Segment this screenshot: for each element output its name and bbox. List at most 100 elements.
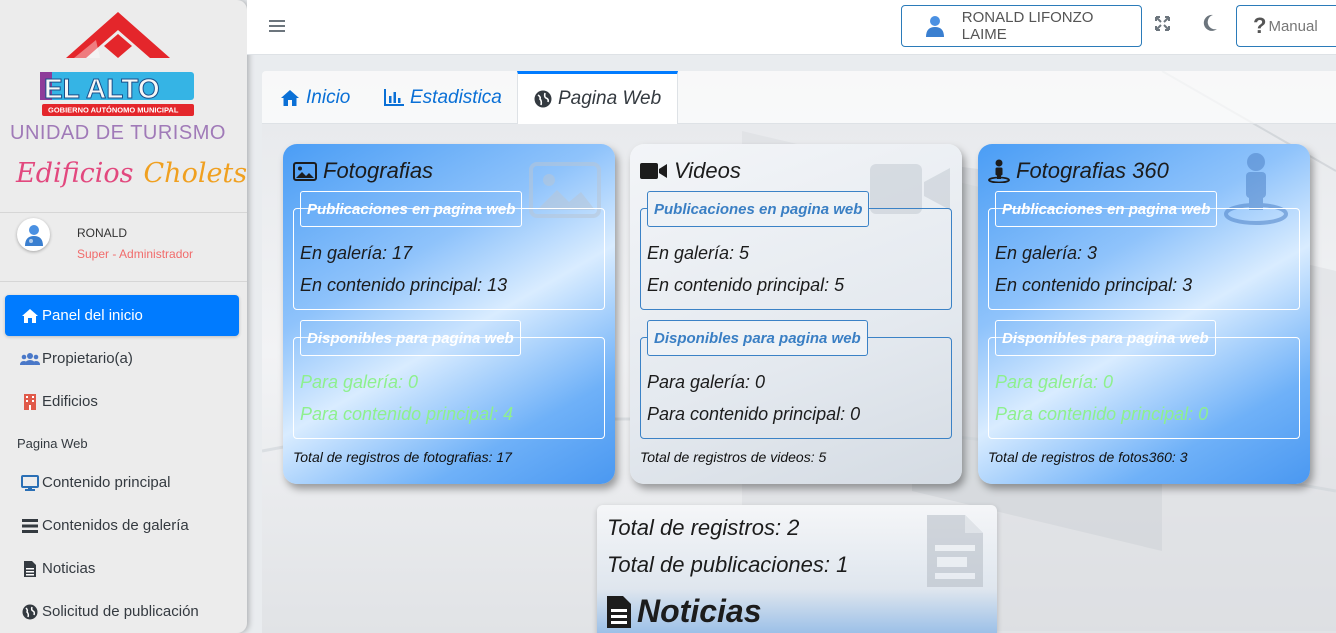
video-icon bbox=[640, 162, 668, 180]
tab-label: Estadistica bbox=[410, 86, 502, 108]
card-videos: Videos Publicaciones en pagina web En ga… bbox=[630, 144, 962, 484]
manual-label: Manual bbox=[1268, 17, 1318, 35]
tab-label: Pagina Web bbox=[558, 88, 662, 109]
sidebar-item-propietario[interactable]: Propietario(a) bbox=[5, 338, 239, 379]
brand-script: Edificios Cholets bbox=[16, 158, 247, 189]
sidebar-item-label: Contenido principal bbox=[42, 474, 171, 491]
question-icon: ? bbox=[1253, 13, 1267, 38]
sidebar-item-contenidos-galeria[interactable]: Contenidos de galería bbox=[5, 505, 239, 546]
sidebar-item-solicitud-publicacion[interactable]: Solicitud de publicación bbox=[5, 591, 239, 632]
el-alto-logo[interactable]: GOBIERNO AUTÓNOMO MUNICIPAL EL ALTO bbox=[38, 8, 198, 120]
available-legend: Disponibles para pagina web bbox=[647, 320, 868, 356]
brand-word-edificios: Edificios bbox=[16, 158, 134, 189]
card-fotografias-360: Fotografias 360 Publicaciones en pagina … bbox=[978, 144, 1310, 484]
tab-estadistica[interactable]: Estadistica bbox=[384, 71, 502, 124]
sidebar-item-label: Noticias bbox=[42, 560, 96, 577]
user-icon bbox=[24, 224, 43, 246]
street-view-icon bbox=[988, 159, 1010, 183]
user-menu-button[interactable]: RONALD LIFONZO LAIME bbox=[901, 5, 1142, 47]
home-icon bbox=[20, 308, 40, 324]
user-panel[interactable]: RONALD Super - Administrador bbox=[0, 214, 247, 282]
card-fotografias: Fotografias Publicaciones en pagina web … bbox=[283, 144, 615, 484]
card-title-text: Fotografias 360 bbox=[1016, 158, 1169, 183]
tab-bar: Inicio Estadistica Pagina Web bbox=[262, 71, 1336, 124]
card-noticias: Total de registros: 2 Total de publicaci… bbox=[597, 505, 997, 633]
sidebar-item-label: Propietario(a) bbox=[42, 350, 133, 367]
gallery-count: En galería: 17 bbox=[300, 243, 413, 263]
news-title-text: Noticias bbox=[637, 593, 762, 629]
user-menu-label: RONALD LIFONZO LAIME bbox=[961, 9, 1094, 43]
news-total-publications: Total de publicaciones: 1 bbox=[607, 552, 849, 577]
sidebar-item-noticias[interactable]: Noticias bbox=[5, 548, 239, 589]
sidebar-item-label: Contenidos de galería bbox=[42, 517, 189, 534]
image-icon bbox=[293, 161, 317, 181]
available-legend: Disponibles para pagina web bbox=[300, 320, 521, 356]
user-avatar[interactable] bbox=[17, 218, 50, 251]
list-icon bbox=[20, 518, 40, 533]
available-gallery-count: Para galería: 0 bbox=[647, 372, 766, 392]
globe-icon bbox=[20, 604, 40, 620]
sidebar-item-label: Panel del inicio bbox=[42, 307, 143, 324]
published-fieldset: Publicaciones en pagina web En galería: … bbox=[988, 191, 1300, 310]
main-content: Inicio Estadistica Pagina Web Fotografia… bbox=[262, 71, 1336, 633]
file-icon bbox=[20, 560, 40, 577]
logo-subtitle: GOBIERNO AUTÓNOMO MUNICIPAL bbox=[48, 106, 179, 115]
main-content-count: En contenido principal: 5 bbox=[647, 275, 845, 295]
user-name: RONALD bbox=[77, 226, 128, 240]
brand-word-cholets: Cholets bbox=[143, 158, 247, 189]
gallery-count: En galería: 5 bbox=[647, 243, 750, 263]
sidebar-section-pagina-web: Pagina Web bbox=[17, 435, 88, 451]
user-role: Super - Administrador bbox=[77, 247, 194, 261]
top-navbar: RONALD LIFONZO LAIME ? Manual bbox=[247, 0, 1336, 55]
published-legend: Publicaciones en pagina web bbox=[300, 191, 523, 227]
card-footer-total: Total de registros de fotografias: 17 bbox=[293, 449, 512, 465]
sidebar-item-edificios[interactable]: Edificios bbox=[5, 381, 239, 422]
unit-title: UNIDAD DE TURISMO bbox=[10, 122, 226, 144]
file-watermark-icon bbox=[927, 515, 983, 587]
news-total-records: Total de registros: 2 bbox=[607, 515, 800, 540]
sidebar: GOBIERNO AUTÓNOMO MUNICIPAL EL ALTO UNID… bbox=[0, 0, 247, 633]
card-title: Videos bbox=[640, 158, 741, 184]
sidebar-item-panel-inicio[interactable]: Panel del inicio bbox=[5, 295, 239, 336]
published-legend: Publicaciones en pagina web bbox=[995, 191, 1218, 227]
card-title-text: Fotografias bbox=[323, 158, 434, 183]
brand-area: GOBIERNO AUTÓNOMO MUNICIPAL EL ALTO UNID… bbox=[0, 0, 247, 213]
news-title: Noticias bbox=[607, 593, 761, 630]
published-legend: Publicaciones en pagina web bbox=[647, 191, 870, 227]
available-main-count: Para contenido principal: 0 bbox=[647, 404, 861, 424]
available-fieldset: Disponibles para pagina web Para galería… bbox=[988, 320, 1300, 439]
available-main-count: Para contenido principal: 4 bbox=[300, 404, 514, 424]
desktop-icon bbox=[20, 474, 40, 491]
manual-button[interactable]: ? Manual bbox=[1236, 5, 1336, 47]
available-main-count: Para contenido principal: 0 bbox=[995, 404, 1209, 424]
dark-mode-icon[interactable] bbox=[1202, 14, 1218, 37]
available-gallery-count: Para galería: 0 bbox=[300, 372, 419, 392]
published-fieldset: Publicaciones en pagina web En galería: … bbox=[640, 191, 952, 310]
home-icon bbox=[280, 89, 300, 107]
card-title: Fotografias 360 bbox=[988, 158, 1169, 184]
available-legend: Disponibles para pagina web bbox=[995, 320, 1216, 356]
chart-bar-icon bbox=[384, 89, 404, 106]
fullscreen-icon[interactable] bbox=[1155, 16, 1170, 36]
tab-pagina-web[interactable]: Pagina Web bbox=[517, 71, 679, 124]
available-fieldset: Disponibles para pagina web Para galería… bbox=[293, 320, 605, 439]
published-fieldset: Publicaciones en pagina web En galería: … bbox=[293, 191, 605, 310]
users-icon bbox=[20, 352, 40, 366]
available-gallery-count: Para galería: 0 bbox=[995, 372, 1114, 392]
sidebar-item-label: Solicitud de publicación bbox=[42, 603, 199, 620]
menu-toggle-icon[interactable] bbox=[269, 16, 285, 39]
logo-title: EL ALTO bbox=[44, 73, 160, 104]
tab-label: Inicio bbox=[306, 86, 351, 108]
sidebar-item-contenido-principal[interactable]: Contenido principal bbox=[5, 462, 239, 503]
tab-inicio[interactable]: Inicio bbox=[280, 71, 350, 124]
file-icon bbox=[607, 595, 631, 628]
globe-icon bbox=[534, 90, 552, 108]
gallery-count: En galería: 3 bbox=[995, 243, 1098, 263]
available-fieldset: Disponibles para pagina web Para galería… bbox=[640, 320, 952, 439]
sidebar-nav: Panel del inicio Propietario(a) Edificio… bbox=[5, 295, 239, 633]
card-footer-total: Total de registros de fotos360: 3 bbox=[988, 449, 1188, 465]
main-content-count: En contenido principal: 3 bbox=[995, 275, 1193, 295]
main-content-count: En contenido principal: 13 bbox=[300, 275, 508, 295]
user-icon bbox=[922, 13, 948, 39]
card-title: Fotografias bbox=[293, 158, 433, 184]
